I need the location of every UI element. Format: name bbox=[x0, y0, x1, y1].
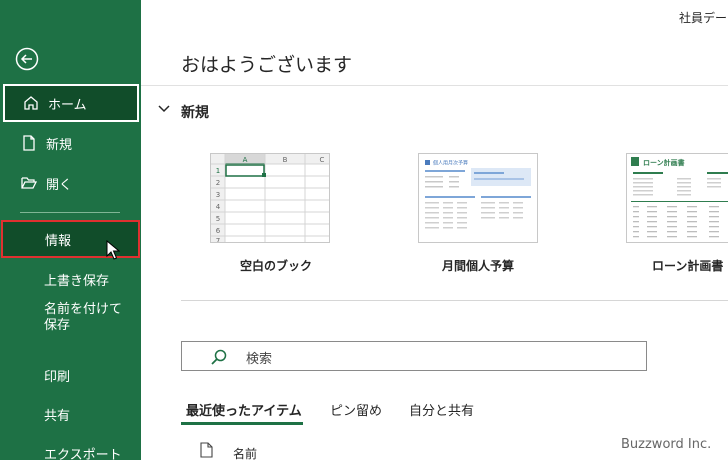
search-input[interactable]: 検索 bbox=[181, 341, 647, 371]
row-header: 3 bbox=[216, 191, 220, 199]
nav-home-label: ホーム bbox=[48, 97, 87, 113]
row-header: 6 bbox=[216, 227, 221, 235]
tab-pinned[interactable]: ピン留め bbox=[330, 400, 382, 419]
greeting-heading: おはようございます bbox=[181, 54, 353, 76]
template-label: 空白のブック bbox=[240, 259, 313, 273]
header-divider bbox=[141, 85, 728, 86]
loan-plan-thumbnail: ローン計画書 bbox=[626, 153, 728, 243]
template-blank-workbook[interactable]: A B C 1 2 3 4 5 6 7 空白のブック bbox=[210, 153, 330, 273]
nav-open-label: 開く bbox=[46, 177, 73, 193]
column-header: B bbox=[283, 156, 288, 164]
column-header: C bbox=[320, 156, 325, 164]
document-title: 社員データ bbox=[679, 11, 728, 25]
nav-save-as-label: 名前を付けて保存 bbox=[44, 302, 123, 333]
column-header-name[interactable]: 名前 bbox=[233, 445, 257, 462]
new-document-icon bbox=[23, 135, 35, 151]
nav-overwrite-save-label: 上書き保存 bbox=[44, 273, 110, 289]
nav-overwrite-save[interactable]: 上書き保存 bbox=[0, 260, 141, 298]
home-icon bbox=[24, 96, 38, 110]
nav-new-label: 新規 bbox=[46, 137, 73, 153]
monthly-budget-thumbnail: 個人用月次予算 bbox=[418, 153, 538, 243]
spreadsheet-grid-thumbnail: A B C 1 2 3 4 5 6 7 bbox=[211, 154, 329, 243]
blank-workbook-thumbnail: A B C 1 2 3 4 5 6 7 bbox=[210, 153, 330, 243]
nav-open[interactable]: 開く bbox=[0, 164, 141, 202]
nav-new[interactable]: 新規 bbox=[0, 124, 141, 162]
backstage-sidebar: ホーム 新規 開く 情報 上書き保存 名前を付けて保存 印刷 共有 エクスポート bbox=[0, 0, 141, 463]
folder-open-icon bbox=[21, 177, 38, 189]
row-header: 5 bbox=[216, 215, 220, 223]
section-divider bbox=[181, 300, 728, 301]
nav-save-as[interactable]: 名前を付けて保存 bbox=[0, 302, 141, 352]
nav-export[interactable]: エクスポート bbox=[0, 434, 141, 472]
template-loan-plan[interactable]: ローン計画書 ローン計画書 bbox=[626, 153, 728, 273]
template-label: ローン計画書 bbox=[652, 259, 724, 273]
nav-share-label: 共有 bbox=[44, 408, 71, 424]
search-icon bbox=[211, 349, 227, 365]
nav-info-label: 情報 bbox=[45, 233, 72, 249]
tab-shared-with-me[interactable]: 自分と共有 bbox=[409, 400, 474, 419]
mouse-pointer-icon bbox=[106, 240, 120, 260]
row-header: 1 bbox=[216, 167, 220, 175]
loan-preview-thumbnail: ローン計画書 bbox=[631, 157, 728, 238]
budget-thumb-title: 個人用月次予算 bbox=[433, 160, 468, 167]
template-monthly-budget[interactable]: 個人用月次予算 月間個人予算 bbox=[418, 153, 538, 273]
new-section-heading: 新規 bbox=[181, 105, 209, 121]
tab-active-indicator bbox=[181, 422, 303, 425]
watermark: Buzzword Inc. bbox=[621, 437, 712, 452]
column-header: A bbox=[243, 156, 248, 164]
row-header: 7 bbox=[216, 237, 220, 243]
nav-share[interactable]: 共有 bbox=[0, 395, 141, 433]
back-arrow-icon[interactable] bbox=[15, 47, 39, 71]
sidebar-divider bbox=[20, 212, 120, 213]
template-label: 月間個人予算 bbox=[442, 259, 515, 273]
tab-recent-items[interactable]: 最近使ったアイテム bbox=[186, 400, 302, 419]
nav-print[interactable]: 印刷 bbox=[0, 356, 141, 394]
nav-home[interactable]: ホーム bbox=[3, 84, 139, 122]
row-header: 4 bbox=[216, 203, 221, 211]
nav-print-label: 印刷 bbox=[44, 369, 71, 385]
loan-thumb-title: ローン計画書 bbox=[643, 158, 685, 167]
search-placeholder: 検索 bbox=[246, 352, 273, 367]
budget-preview-thumbnail: 個人用月次予算 bbox=[425, 160, 531, 229]
row-header: 2 bbox=[216, 179, 220, 187]
chevron-down-icon[interactable] bbox=[157, 104, 171, 114]
file-type-icon bbox=[200, 442, 213, 458]
